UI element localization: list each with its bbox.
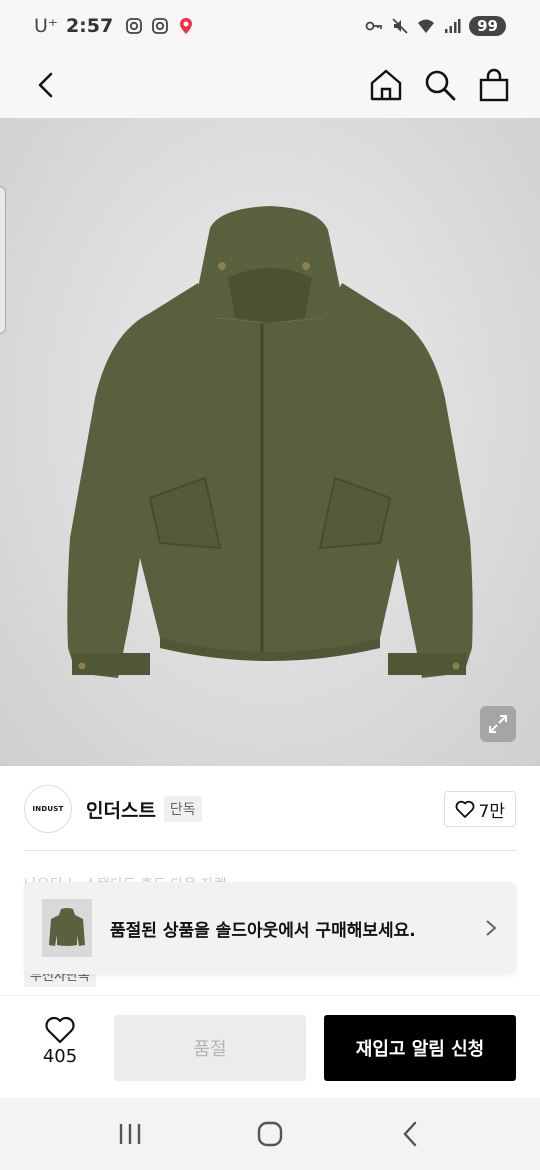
wifi-icon [418,19,435,33]
app-header [0,52,540,118]
expand-icon [489,715,507,733]
battery-indicator: 99 [469,16,506,36]
status-bar: U⁺ 2:57 99 [0,0,540,52]
wishlist-count: 405 [42,1046,78,1067]
chevron-right-icon [486,920,497,936]
carrier-label: U⁺ [34,15,58,37]
divider [24,850,516,851]
key-icon [365,21,383,31]
home-nav-button[interactable] [240,1104,300,1164]
exclusive-badge: 단독 [163,796,202,822]
brand-logo-text: INDUST [32,805,64,813]
instagram-icon [126,18,143,34]
signal-icon [445,19,461,33]
back-icon [38,72,53,98]
mute-icon [392,18,408,34]
brand-like-button[interactable]: 7만 [443,791,516,827]
restock-alert-button[interactable]: 재입고 알림 신청 [324,1015,516,1081]
brand-row: INDUST 인더스트 단독 7만 [24,784,516,834]
brand-name[interactable]: 인더스트 [86,796,156,823]
recents-button[interactable] [100,1104,160,1164]
clock: 2:57 [65,15,114,37]
search-icon [425,70,456,101]
jacket-image [67,206,473,678]
recents-icon [119,1124,141,1144]
nav-back-button[interactable] [380,1104,440,1164]
heart-icon [45,1016,75,1044]
search-button[interactable] [420,65,460,105]
home-button[interactable] [366,65,406,105]
home-icon [370,69,402,101]
back-button[interactable] [26,65,66,105]
home-circle-icon [257,1121,283,1147]
soldout-button: 품절 [114,1015,306,1081]
banner-thumbnail [42,899,92,957]
brand-logo[interactable]: INDUST [24,785,72,833]
banner-text: 품절된 상품을 솔드아웃에서 구매해보세요. [110,920,416,941]
product-image[interactable] [0,118,540,766]
location-icon [180,18,193,34]
brand-like-count: 7만 [478,801,505,822]
expand-image-button[interactable] [480,706,516,742]
nav-back-icon [403,1121,417,1147]
instagram-icon [152,18,169,34]
wishlist-button[interactable]: 405 [30,1016,90,1067]
bottom-action-bar: 405 품절 재입고 알림 신청 [0,995,540,1098]
soldout-banner[interactable]: 품절된 상품을 솔드아웃에서 구매해보세요. [24,882,516,974]
heart-icon [455,800,474,818]
cart-button[interactable] [474,65,514,105]
bag-icon [479,68,509,102]
system-nav-bar [0,1098,540,1170]
jacket-thumbnail [49,908,85,946]
